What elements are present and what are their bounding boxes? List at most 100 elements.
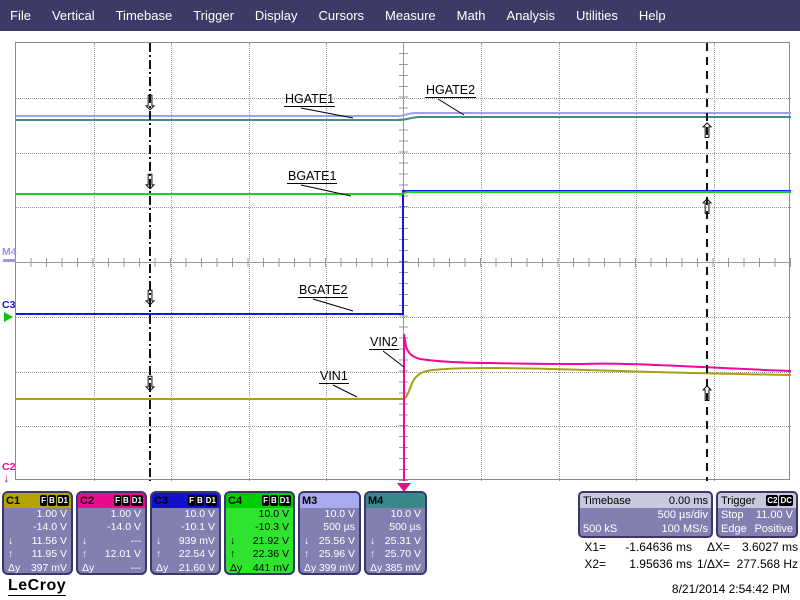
trace-hgate1-m3 [16, 113, 791, 116]
c2-cursor1-value: --- [131, 535, 142, 548]
trace-hgate2-m4 [16, 117, 791, 120]
invdx-value: 277.568 Hz [732, 557, 798, 571]
channel-box-c2[interactable]: C2 F B D1 1.00 V -14.0 V ↓--- ↑12.01 V Δ… [76, 491, 147, 575]
c3-delta-value: 21.60 V [179, 562, 215, 575]
c2-header: C2 F B D1 [78, 493, 145, 508]
label-leader-vin1 [333, 385, 357, 397]
channel-box-m3[interactable]: M3 10.0 V 500 µs ↓25.56 V ↑25.96 V Δy399… [298, 491, 361, 575]
menu-file[interactable]: File [10, 8, 31, 23]
timebase-box[interactable]: Timebase 0.00 ms 500 µs/div 500 kS 100 M… [578, 491, 713, 538]
menu-cursors[interactable]: Cursors [319, 8, 365, 23]
c4-ground-marker-icon[interactable] [4, 312, 13, 322]
c4-offset: -10.3 V [226, 521, 293, 534]
menu-help[interactable]: Help [639, 8, 666, 23]
m4-vdiv: 10.0 V [366, 508, 425, 521]
trace-bgate2-c3 [16, 191, 791, 314]
c1-cursor2-value: 11.95 V [32, 548, 67, 561]
menu-analysis[interactable]: Analysis [507, 8, 555, 23]
badge-f: F [114, 495, 121, 506]
cursor1-marker-down-icon[interactable]: ⇩ [139, 374, 161, 395]
badge-f: F [262, 495, 269, 506]
badge-b: B [48, 495, 56, 506]
trigger-title: Trigger [721, 495, 755, 507]
cursor-readout: X1= -1.64636 ms ΔX= 3.6027 ms X2= 1.9563… [576, 540, 798, 571]
badge-f: F [188, 495, 195, 506]
menu-math[interactable]: Math [457, 8, 486, 23]
edge-marker-c3[interactable]: C3 [2, 300, 15, 310]
c4-cursor1-value: 21.92 V [253, 535, 289, 548]
cursor-line-x2[interactable] [706, 43, 708, 481]
m4-delta-value: 385 mV [385, 562, 421, 575]
wave-label-vin1[interactable]: VIN1 [319, 370, 349, 384]
down-cursor-icon: ↓ [8, 535, 13, 548]
c2-offset: -14.0 V [78, 521, 145, 534]
menu-timebase[interactable]: Timebase [116, 8, 173, 23]
c2-cursor2-value: 12.01 V [105, 548, 141, 561]
lecroy-logo: LeCroy [8, 577, 66, 596]
timebase-rate: 100 MS/s [662, 522, 708, 536]
timestamp: 8/21/2014 2:54:42 PM [672, 582, 790, 596]
wave-label-vin2[interactable]: VIN2 [369, 336, 399, 350]
cursor1-marker-down-icon[interactable]: ⇩ [139, 93, 161, 114]
waveform-grid: ⇩ ⇩ ⇩ ⇩ ⇧ ⇧ ⇧ HGATE1 HGATE2 BGATE1 BGATE… [15, 42, 790, 480]
badge-d1: D1 [57, 495, 69, 506]
menu-measure[interactable]: Measure [385, 8, 436, 23]
down-cursor-icon: ↓ [230, 535, 235, 548]
badge-d1: D1 [131, 495, 143, 506]
m3-label: M3 [302, 495, 317, 507]
oscilloscope-screen: File Vertical Timebase Trigger Display C… [0, 0, 800, 600]
trace-canvas [16, 43, 791, 481]
channel-box-c4[interactable]: C4 F B D1 10.0 V -10.3 V ↓21.92 V ↑22.36… [224, 491, 295, 575]
channel-box-m4[interactable]: M4 10.0 V 500 µs ↓25.31 V ↑25.70 V Δy385… [364, 491, 427, 575]
menu-display[interactable]: Display [255, 8, 298, 23]
wave-label-bgate2[interactable]: BGATE2 [298, 284, 348, 298]
cursor2-marker-up-icon[interactable]: ⇧ [696, 121, 718, 142]
menu-vertical[interactable]: Vertical [52, 8, 95, 23]
x2-label: X2= [576, 557, 608, 571]
down-cursor-icon: ↓ [370, 535, 375, 548]
trigger-mode: Stop [721, 508, 744, 522]
delta-y-icon: Δy [156, 562, 168, 575]
down-cursor-icon: ↓ [82, 535, 87, 548]
down-cursor-icon: ↓ [304, 535, 309, 548]
m4-cursor2-value: 25.70 V [385, 548, 421, 561]
delta-y-icon: Δy [370, 562, 382, 575]
m3-header: M3 [300, 493, 359, 508]
c3-cursor2-value: 22.54 V [179, 548, 215, 561]
trigger-box[interactable]: Trigger C2 DC Stop 11.00 V Edge Positive [716, 491, 798, 538]
c3-vdiv: 10.0 V [152, 508, 219, 521]
dx-label: ΔX= [692, 540, 732, 554]
c4-vdiv: 10.0 V [226, 508, 293, 521]
invdx-label: 1/ΔX= [692, 557, 732, 571]
up-cursor-icon: ↑ [304, 548, 309, 561]
cursor1-marker-down-icon[interactable]: ⇩ [139, 172, 161, 193]
m4-tdiv: 500 µs [366, 521, 425, 534]
trigger-source-badge: C2 [766, 495, 778, 506]
wave-label-hgate2[interactable]: HGATE2 [425, 84, 476, 98]
up-cursor-icon: ↑ [8, 548, 13, 561]
cursor2-marker-up-icon[interactable]: ⇧ [696, 197, 718, 218]
m3-tdiv: 500 µs [300, 521, 359, 534]
c4-cursor2-value: 22.36 V [253, 548, 289, 561]
m4-label: M4 [368, 495, 383, 507]
x2-value: 1.95636 ms [608, 557, 692, 571]
cursor2-marker-up-icon[interactable]: ⇧ [696, 384, 718, 405]
c4-label: C4 [228, 495, 242, 507]
wave-label-bgate1[interactable]: BGATE1 [287, 170, 337, 184]
wave-label-hgate1[interactable]: HGATE1 [284, 93, 335, 107]
x1-value: -1.64636 ms [608, 540, 692, 554]
c2-label: C2 [80, 495, 94, 507]
menu-utilities[interactable]: Utilities [576, 8, 618, 23]
channel-box-c1[interactable]: C1 F B D1 1.00 V -14.0 V ↓11.56 V ↑11.95… [2, 491, 73, 575]
badge-b: B [270, 495, 278, 506]
menu-trigger[interactable]: Trigger [193, 8, 234, 23]
edge-marker-m4[interactable]: M4 [2, 247, 17, 257]
m3-vdiv: 10.0 V [300, 508, 359, 521]
c2-vdiv: 1.00 V [78, 508, 145, 521]
c3-cursor1-value: 939 mV [179, 535, 215, 548]
cursor1-marker-down-icon[interactable]: ⇩ [139, 288, 161, 309]
c1-delta-value: 397 mV [31, 562, 67, 575]
channel-box-c3[interactable]: C3 F B D1 10.0 V -10.1 V ↓939 mV ↑22.54 … [150, 491, 221, 575]
c1-offset: -14.0 V [4, 521, 71, 534]
c3-header: C3 F B D1 [152, 493, 219, 508]
